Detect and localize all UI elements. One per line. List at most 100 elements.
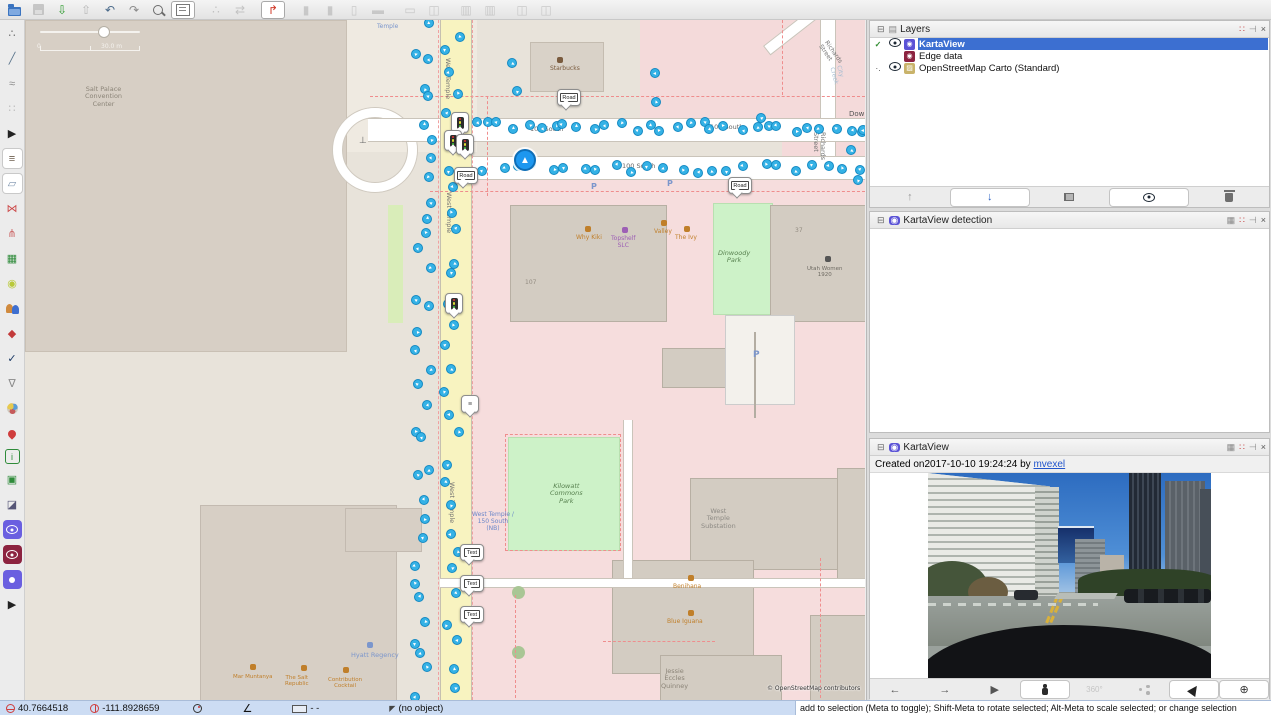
photo-marker[interactable]: ▲ xyxy=(426,365,436,375)
photo-marker[interactable]: ▲ xyxy=(756,113,766,123)
photo-marker[interactable]: ▲ xyxy=(442,460,452,470)
photo-marker[interactable]: ▲ xyxy=(449,664,459,674)
layer-visibility-eye[interactable] xyxy=(886,38,904,50)
photo-marker[interactable]: ▲ xyxy=(704,124,714,134)
layer-row[interactable]: ◉Edge data xyxy=(870,50,1269,62)
photo-marker[interactable]: ▲ xyxy=(410,639,420,649)
photo-marker[interactable]: ▲ xyxy=(426,198,436,208)
draw-node-tool[interactable]: ╱ xyxy=(3,49,22,68)
photo-marker[interactable]: ▲ xyxy=(422,400,432,410)
kartaview-panel-header[interactable]: ⊟ ◉ KartaView ▦∷⊣× xyxy=(870,439,1269,456)
merge-layers-button[interactable] xyxy=(1031,189,1109,206)
info-toggle[interactable]: i xyxy=(5,449,20,464)
photo-marker[interactable]: ▲ xyxy=(491,117,501,127)
photo-marker[interactable]: ▲ xyxy=(654,126,664,136)
minimize-panel-icon[interactable]: ⊣ xyxy=(1249,442,1257,452)
photo-marker[interactable]: ▲ xyxy=(832,124,842,134)
photo-marker[interactable]: ▲ xyxy=(693,168,703,178)
authors-toggle[interactable] xyxy=(3,299,22,318)
photo-marker[interactable]: ▲ xyxy=(423,91,433,101)
detach-panel-icon[interactable]: ∷ xyxy=(1239,215,1245,225)
open-file-button[interactable] xyxy=(3,2,25,18)
photo-marker[interactable]: ▲ xyxy=(477,166,487,176)
photo-marker[interactable]: ▲ xyxy=(410,561,420,571)
improve-way-accuracy-tool[interactable]: ≈ xyxy=(3,74,22,93)
photo-marker[interactable]: ▲ xyxy=(418,533,428,543)
photo-marker[interactable]: ▲ xyxy=(454,427,464,437)
photo-marker[interactable]: ▲ xyxy=(853,175,863,185)
photo-marker[interactable]: ▲ xyxy=(771,121,781,131)
center-map-button[interactable] xyxy=(1170,681,1218,698)
panel-grid-icon[interactable]: ▦ xyxy=(1227,442,1236,452)
photo-marker[interactable]: ▲ xyxy=(442,620,452,630)
close-panel-icon[interactable]: × xyxy=(1261,442,1266,452)
switch-viewer-button[interactable] xyxy=(1021,681,1069,698)
photo-marker[interactable]: ▲ xyxy=(424,301,434,311)
toolgroup-expander[interactable]: ▶ xyxy=(3,124,22,143)
photo-marker[interactable]: ▲ xyxy=(424,172,434,182)
photo-marker[interactable]: ▲ xyxy=(451,224,461,234)
photo-marker[interactable]: ▲ xyxy=(612,160,622,170)
kartaview-pin-toggle[interactable] xyxy=(3,570,22,589)
photo-marker[interactable]: ▲ xyxy=(441,108,451,118)
image-viewer-toggle[interactable]: ◪ xyxy=(3,495,22,514)
select-tool[interactable]: ∴ xyxy=(3,24,22,43)
photo-marker[interactable]: ▲ xyxy=(571,122,581,132)
photo-author-link[interactable]: mvexel xyxy=(1033,459,1065,470)
photo-marker[interactable]: ▲ xyxy=(846,145,856,155)
photo-marker[interactable]: ▲ xyxy=(658,163,668,173)
photo-marker[interactable]: ▲ xyxy=(411,295,421,305)
next-photo-button[interactable]: → xyxy=(921,681,969,698)
photo-marker[interactable]: ▲ xyxy=(439,387,449,397)
photo-marker[interactable]: ▲ xyxy=(508,124,518,134)
photo-marker[interactable]: ▲ xyxy=(423,54,433,64)
photo-marker[interactable]: ▲ xyxy=(855,165,865,175)
close-panel-icon[interactable]: × xyxy=(1261,24,1266,34)
photo-marker[interactable]: ▲ xyxy=(410,579,420,589)
photo-marker[interactable]: ▲ xyxy=(424,465,434,475)
photo-marker[interactable]: ▲ xyxy=(426,263,436,273)
photo-marker[interactable]: ▲ xyxy=(420,514,430,524)
detection-panel-header[interactable]: ⊟ ◉ KartaView detection ▦∷⊣× xyxy=(870,212,1269,229)
photo-marker[interactable]: ▲ xyxy=(410,692,420,700)
photo-marker[interactable]: ▲ xyxy=(558,163,568,173)
road-sign-balloon[interactable]: Road xyxy=(454,167,478,184)
photo-marker[interactable]: ▲ xyxy=(650,68,660,78)
zoom-search-button[interactable] xyxy=(147,2,169,18)
map-styles-toggle[interactable]: ▦ xyxy=(3,249,22,268)
merge-nodes-tool[interactable]: ∷ xyxy=(3,99,22,118)
photo-marker[interactable]: ▲ xyxy=(686,118,696,128)
close-panel-icon[interactable]: × xyxy=(1261,215,1266,225)
edge-data-eye-toggle[interactable] xyxy=(3,545,22,564)
undo-button[interactable]: ↶ xyxy=(99,2,121,18)
photo-marker[interactable]: ▲ xyxy=(440,340,450,350)
photo-marker[interactable]: ▲ xyxy=(557,119,567,129)
road-sign-balloon[interactable]: Road xyxy=(728,177,752,194)
panel-grid-icon[interactable]: ▦ xyxy=(1227,215,1236,225)
minimize-panel-icon[interactable]: ⊣ xyxy=(1249,215,1257,225)
photo-marker[interactable]: ▲ xyxy=(738,161,748,171)
detach-panel-icon[interactable]: ∷ xyxy=(1239,442,1245,452)
photo-marker[interactable]: ▲ xyxy=(721,166,731,176)
photo-marker[interactable]: ▲ xyxy=(419,120,429,130)
validator-toggle[interactable]: ✓ xyxy=(3,349,22,368)
photo-marker[interactable]: ▲ xyxy=(453,89,463,99)
photo-marker[interactable]: ▲ xyxy=(419,495,429,505)
photo-marker[interactable]: ▲ xyxy=(446,529,456,539)
tags-toggle[interactable]: ▱ xyxy=(3,174,22,193)
delete-layer-button[interactable] xyxy=(1190,189,1268,206)
text-sign-balloon[interactable]: Text xyxy=(460,544,484,561)
photo-marker[interactable]: ▲ xyxy=(422,662,432,672)
filter-diamonds-toggle[interactable]: ◆ xyxy=(3,324,22,343)
photo-marker[interactable]: ▲ xyxy=(444,67,454,77)
photo-marker[interactable]: ▲ xyxy=(449,320,459,330)
collapse-icon[interactable]: ⊟ xyxy=(877,25,885,34)
redo-button[interactable]: ↷ xyxy=(123,2,145,18)
text-sign-balloon[interactable]: Text xyxy=(460,606,484,623)
photo-marker[interactable]: ▲ xyxy=(837,164,847,174)
photo-marker[interactable]: ▲ xyxy=(452,635,462,645)
photo-marker[interactable]: ▲ xyxy=(599,120,609,130)
photo-marker[interactable]: ▲ xyxy=(413,470,423,480)
photo-marker[interactable]: ▲ xyxy=(413,379,423,389)
photo-marker[interactable]: ▲ xyxy=(707,166,717,176)
